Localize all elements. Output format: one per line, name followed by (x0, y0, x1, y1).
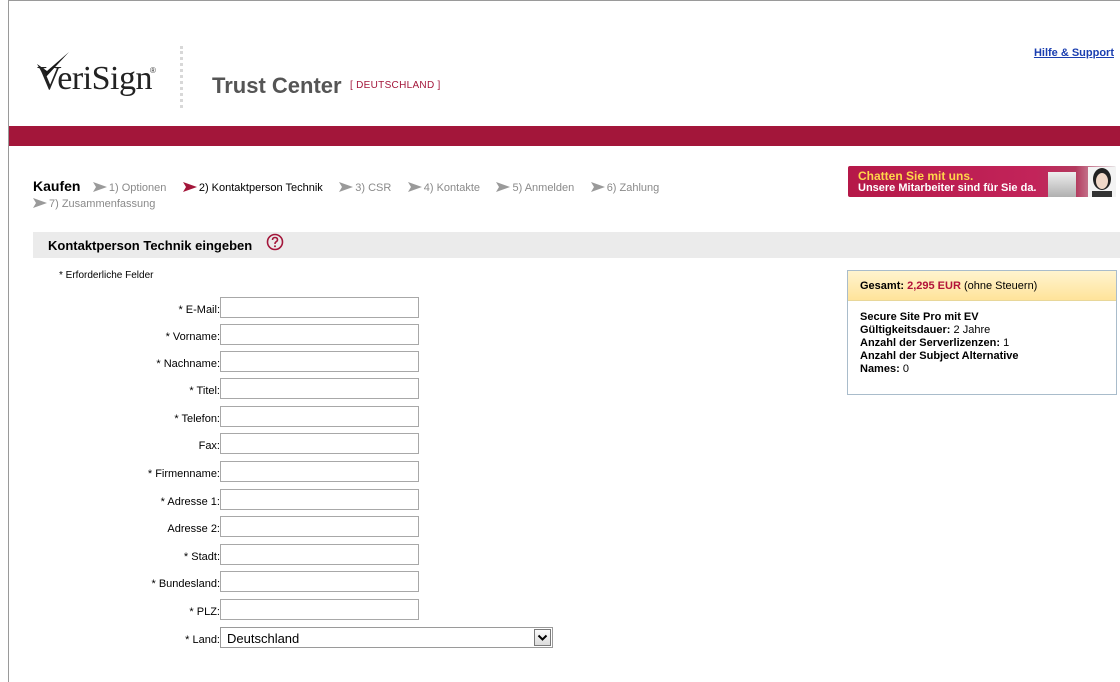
help-support-link[interactable]: Hilfe & Support (1034, 47, 1114, 59)
company-field[interactable] (220, 461, 419, 482)
firstname-field[interactable] (220, 324, 419, 345)
help-icon[interactable] (266, 233, 284, 251)
phone-field[interactable] (220, 406, 419, 427)
city-label: * Stadt: (183, 551, 220, 563)
form-row-title: * Titel: (60, 378, 560, 402)
company-label: * Firmenname: (147, 468, 220, 480)
registered-mark: ® (150, 66, 156, 75)
san-label: Anzahl der Subject Alternative Names: (860, 350, 1019, 375)
form-row-lastname: * Nachname: (60, 351, 560, 375)
fax-label: Fax: (198, 440, 220, 452)
chat-banner[interactable]: Chatten Sie mit uns. Unsere Mitarbeiter … (848, 166, 1116, 197)
address1-field[interactable] (220, 489, 419, 510)
state-field[interactable] (220, 571, 419, 592)
brand-bar (9, 126, 1120, 146)
chat-headline: Chatten Sie mit uns. (858, 169, 974, 183)
form-row-company: * Firmenname: (60, 461, 560, 485)
arrow-right-icon (407, 182, 422, 192)
building-icon (1048, 172, 1076, 197)
step-csr[interactable]: 3) CSR (339, 182, 391, 194)
step-contacts[interactable]: 4) Kontakte (407, 182, 480, 194)
chevron-down-icon (537, 634, 548, 641)
step-payment[interactable]: 6) Zahlung (590, 182, 659, 194)
form-row-firstname: * Vorname: (60, 324, 560, 348)
country-label: [ DEUTSCHLAND ] (350, 80, 441, 91)
email-label: * E-Mail: (178, 304, 220, 316)
step-summary[interactable]: 7) Zusammenfassung (33, 198, 155, 210)
title-label: * Titel: (189, 385, 220, 397)
section-header: Kontaktperson Technik eingeben (33, 232, 1120, 258)
country-select[interactable]: Deutschland (220, 627, 553, 648)
page-title: Trust Center (212, 73, 342, 98)
licenses-value: 1 (1003, 337, 1010, 349)
phone-label: * Telefon: (174, 413, 220, 425)
arrow-right-icon (182, 182, 197, 192)
checkout-steps: Kaufen 1) Optionen 2) Kontaktperson Tech… (33, 178, 793, 212)
title-field[interactable] (220, 378, 419, 399)
verisign-logo[interactable]: VeriSign ® (33, 50, 163, 110)
dropdown-arrow-button[interactable] (534, 629, 551, 646)
arrow-right-icon (496, 182, 511, 192)
email-field[interactable] (220, 297, 419, 318)
arrow-right-icon (590, 182, 605, 192)
zip-field[interactable] (220, 599, 419, 620)
step-options[interactable]: 1) Optionen (92, 182, 166, 194)
address2-label: Adresse 2: (167, 523, 220, 535)
licenses-label: Anzahl der Serverlizenzen: (860, 337, 1000, 349)
form-row-city: * Stadt: (60, 544, 560, 568)
steps-title: Kaufen (33, 178, 81, 194)
fax-field[interactable] (220, 433, 419, 454)
zip-label: * PLZ: (189, 606, 220, 618)
san-value: 0 (902, 363, 909, 375)
country-select-value: Deutschland (227, 631, 300, 646)
chat-subline: Unsere Mitarbeiter sind für Sie da. (858, 182, 1037, 194)
validity-label: Gültigkeitsdauer: (860, 324, 951, 336)
city-field[interactable] (220, 544, 419, 565)
product-name: Secure Site Pro mit EV (860, 311, 979, 323)
required-fields-note: * Erforderliche Felder (59, 270, 154, 281)
form-row-zip: * PLZ: (60, 599, 560, 623)
arrow-right-icon (33, 198, 47, 208)
firstname-label: * Vorname: (165, 331, 220, 343)
step-technical-contact[interactable]: 2) Kontaktperson Technik (182, 182, 323, 194)
agent-avatar (1088, 167, 1116, 197)
summary-total: Gesamt: 2,295 EUR (ohne Steuern) (848, 271, 1116, 301)
country-label: * Land: (185, 634, 220, 646)
form-row-fax: Fax: (60, 433, 560, 457)
header-divider (180, 46, 183, 108)
form-row-address2: Adresse 2: (60, 516, 560, 540)
total-price: 2,295 EUR (907, 280, 961, 292)
page-border-left (8, 0, 9, 682)
logo-text: VeriSign (37, 60, 153, 97)
total-label: Gesamt: (860, 280, 905, 292)
total-note: (ohne Steuern) (963, 280, 1038, 292)
address2-field[interactable] (220, 516, 419, 537)
lastname-label: * Nachname: (156, 358, 220, 370)
form-row-country: * Land: Deutschland (60, 627, 560, 651)
order-summary: Gesamt: 2,295 EUR (ohne Steuern) Secure … (847, 270, 1117, 395)
validity-value: 2 Jahre (953, 324, 991, 336)
form-row-address1: * Adresse 1: (60, 489, 560, 513)
section-title: Kontaktperson Technik eingeben (48, 238, 253, 253)
summary-details: Secure Site Pro mit EV Gültigkeitsdauer:… (848, 301, 1116, 376)
step-login[interactable]: 5) Anmelden (496, 182, 574, 194)
lastname-field[interactable] (220, 351, 419, 372)
page-border-top (8, 0, 1120, 1)
address1-label: * Adresse 1: (160, 496, 220, 508)
form-row-email: * E-Mail: (60, 297, 560, 321)
form-row-state: * Bundesland: (60, 571, 560, 595)
state-label: * Bundesland: (151, 578, 221, 590)
form-row-phone: * Telefon: (60, 406, 560, 430)
arrow-right-icon (339, 182, 354, 192)
arrow-right-icon (92, 182, 107, 192)
